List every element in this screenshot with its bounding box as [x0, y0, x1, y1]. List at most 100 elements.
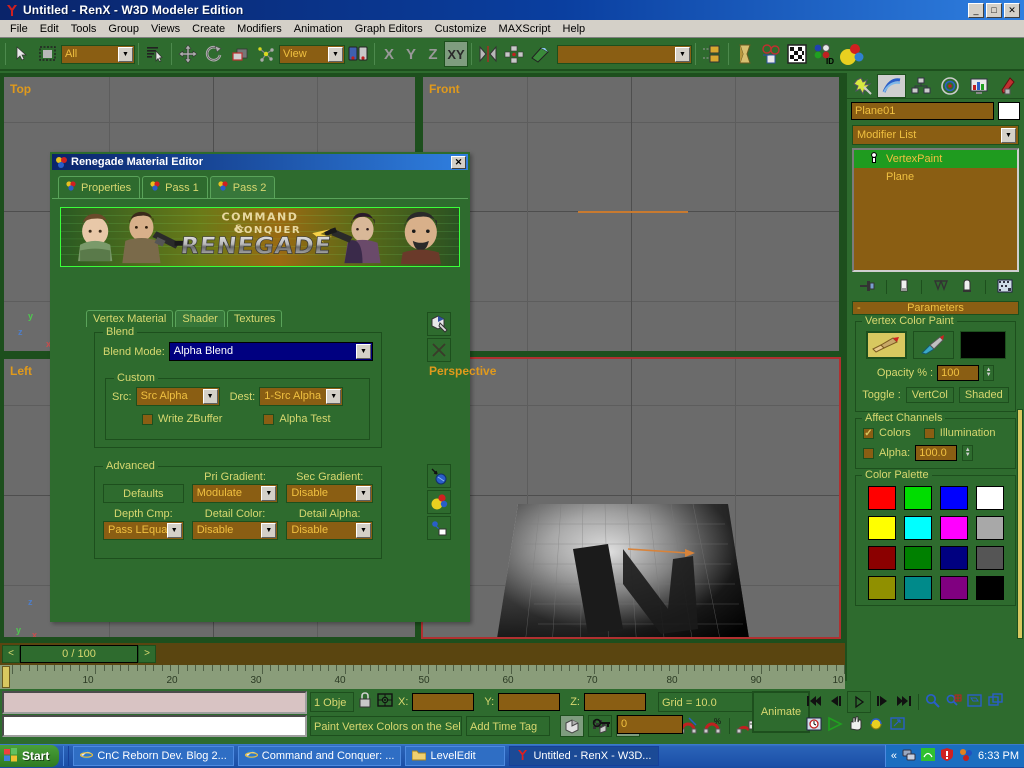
menu-item-modifiers[interactable]: Modifiers — [231, 22, 288, 36]
subtab-vertex-material[interactable]: Vertex Material — [86, 310, 173, 327]
depth-cmp-combo[interactable]: Pass LEqual ▼ — [103, 521, 184, 540]
menu-item-views[interactable]: Views — [145, 22, 186, 36]
object-name-field[interactable]: Plane01 — [851, 102, 994, 120]
maxscript-listener-input[interactable] — [2, 715, 307, 737]
viewport-perspective[interactable]: Perspective — [421, 357, 841, 639]
create-tab[interactable] — [848, 74, 877, 98]
select-object-icon[interactable] — [9, 41, 35, 67]
pri-gradient-combo[interactable]: Modulate ▼ — [192, 484, 279, 503]
add-time-tag-button[interactable]: Add Time Tag — [466, 716, 550, 736]
menu-item-animation[interactable]: Animation — [288, 22, 349, 36]
toggle-shaded-button[interactable]: Shaded — [959, 387, 1009, 403]
material-id-icon[interactable]: ID — [810, 41, 836, 67]
alpha-field[interactable]: 100.0 — [915, 445, 957, 461]
percent-snap-icon[interactable]: % — [703, 716, 723, 737]
detail-alpha-combo[interactable]: Disable ▼ — [286, 521, 373, 540]
minimize-button[interactable]: _ — [968, 3, 984, 18]
display-tab[interactable] — [964, 74, 993, 98]
illumination-checkbox[interactable]: ✓ — [924, 428, 935, 439]
opacity-spinner[interactable]: ▲▼ — [983, 365, 994, 381]
subtab-textures[interactable]: Textures — [227, 310, 283, 327]
menu-item-maxscript[interactable]: MAXScript — [493, 22, 557, 36]
lock-selection-icon[interactable] — [358, 691, 372, 712]
sec-gradient-combo[interactable]: Disable ▼ — [286, 484, 373, 503]
configure-sets-icon[interactable] — [997, 279, 1013, 296]
vertex-color-swatch[interactable] — [960, 331, 1006, 359]
zoom-region-icon[interactable] — [987, 693, 1005, 712]
menu-item-group[interactable]: Group — [102, 22, 145, 36]
goto-start-icon[interactable] — [805, 693, 823, 712]
zoom-all-icon[interactable] — [945, 693, 963, 712]
material-editor-icon[interactable] — [758, 41, 784, 67]
collapse-icon[interactable]: - — [857, 302, 861, 314]
menu-item-edit[interactable]: Edit — [34, 22, 65, 36]
palette-swatch[interactable] — [976, 576, 1004, 600]
hierarchy-tab[interactable] — [906, 74, 935, 98]
menu-item-help[interactable]: Help — [557, 22, 592, 36]
chevron-down-icon[interactable]: ▼ — [261, 523, 276, 538]
alpha-checkbox[interactable]: ✓ — [863, 448, 874, 459]
zoom-icon[interactable] — [924, 693, 942, 712]
select-scale-icon[interactable] — [227, 41, 253, 67]
use-pivot-center-icon[interactable] — [345, 41, 371, 67]
eyedropper-icon[interactable] — [913, 331, 954, 359]
axis-constraint-xy[interactable]: XY — [444, 41, 468, 67]
utilities-tab[interactable] — [993, 74, 1022, 98]
palette-swatch[interactable] — [976, 516, 1004, 540]
menu-item-customize[interactable]: Customize — [429, 22, 493, 36]
palette-swatch[interactable] — [904, 516, 932, 540]
axis-constraint-x[interactable]: X — [378, 41, 400, 67]
taskbar-item-3[interactable]: Untitled - RenX - W3D... — [509, 746, 659, 766]
dest-combo[interactable]: 1-Src Alpha ▼ — [259, 387, 343, 406]
play-icon[interactable] — [847, 691, 871, 713]
modifier-list-combo[interactable]: Modifier List ▼ — [852, 125, 1019, 145]
select-move-icon[interactable] — [175, 41, 201, 67]
chevron-down-icon[interactable]: ▼ — [326, 389, 341, 404]
next-frame-icon[interactable] — [874, 693, 892, 712]
palette-swatch[interactable] — [940, 546, 968, 570]
chevron-down-icon[interactable]: ▼ — [328, 47, 343, 62]
chevron-down-icon[interactable]: ▼ — [356, 523, 371, 538]
shield-icon[interactable] — [940, 748, 954, 764]
delete-material-icon[interactable] — [427, 338, 451, 362]
alpha-spinner[interactable]: ▲▼ — [962, 445, 973, 461]
palette-swatch[interactable] — [868, 486, 896, 510]
x-coord-field[interactable] — [412, 693, 474, 711]
get-material-icon[interactable] — [427, 464, 451, 488]
chevron-down-icon[interactable]: ▼ — [167, 523, 182, 538]
painted-plane-object[interactable] — [423, 359, 839, 637]
taskbar-item-2[interactable]: LevelEdit — [405, 746, 505, 766]
maxscript-listener-output[interactable] — [2, 691, 307, 714]
prev-frame-button[interactable]: < — [2, 645, 20, 663]
palette-swatch[interactable] — [940, 486, 968, 510]
palette-swatch[interactable] — [868, 546, 896, 570]
next-frame-button[interactable]: > — [138, 645, 156, 663]
palette-swatch[interactable] — [976, 486, 1004, 510]
chevron-down-icon[interactable]: ▼ — [118, 47, 133, 62]
src-combo[interactable]: Src Alpha ▼ — [136, 387, 220, 406]
subtab-shader[interactable]: Shader — [175, 310, 224, 327]
object-color-swatch[interactable] — [998, 102, 1020, 120]
paintbrush-icon[interactable] — [866, 331, 907, 359]
modifier-stack-item-plane[interactable]: Plane — [854, 168, 1017, 186]
assign-material-icon[interactable] — [427, 516, 451, 540]
tab-pass-1[interactable]: Pass 1 — [142, 176, 208, 198]
menu-item-tools[interactable]: Tools — [65, 22, 103, 36]
alpha-test-checkbox[interactable] — [263, 414, 274, 425]
opacity-field[interactable]: 100 — [937, 365, 979, 381]
motion-tab[interactable] — [935, 74, 964, 98]
render-scene-icon[interactable] — [836, 41, 866, 67]
start-button[interactable]: Start — [0, 745, 59, 767]
taskbar-clock[interactable]: 6:33 PM — [978, 750, 1019, 762]
blend-mode-combo[interactable]: Alpha Blend ▼ — [169, 342, 373, 361]
modifier-stack-list[interactable]: VertexPaint Plane — [852, 148, 1019, 272]
chevron-down-icon[interactable]: ▼ — [261, 486, 276, 501]
y-coord-field[interactable] — [498, 693, 560, 711]
make-unique-icon[interactable] — [933, 279, 949, 296]
chevron-down-icon[interactable]: ▼ — [675, 47, 690, 62]
absolute-relative-icon[interactable] — [376, 691, 394, 712]
apply-material-icon[interactable] — [427, 312, 451, 336]
taskbar-item-1[interactable]: Command and Conquer: ... — [238, 746, 402, 766]
write-zbuffer-checkbox[interactable] — [142, 414, 153, 425]
axis-constraint-z[interactable]: Z — [422, 41, 444, 67]
